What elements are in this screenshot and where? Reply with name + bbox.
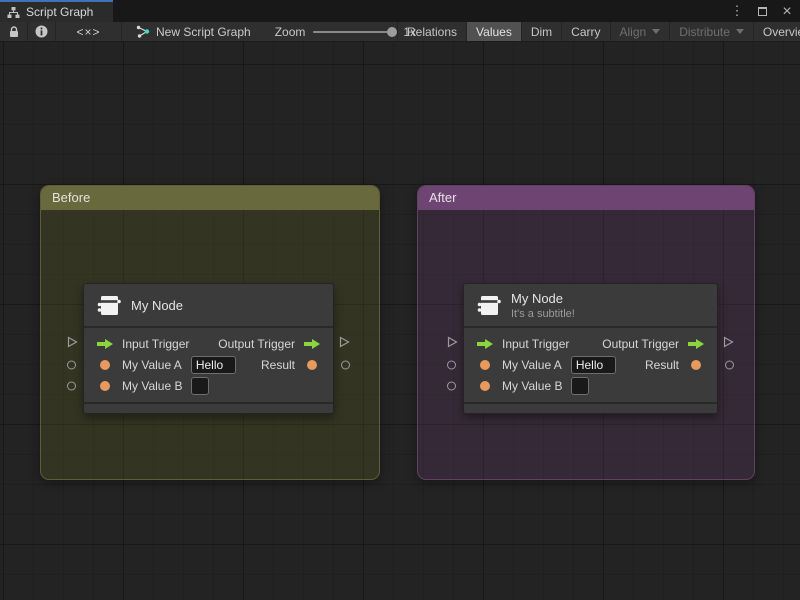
value-port-outer-right[interactable] bbox=[341, 360, 350, 369]
port-label: Output Trigger bbox=[218, 336, 295, 351]
node-title: My Node bbox=[131, 297, 184, 313]
value-b-input[interactable] bbox=[571, 376, 590, 395]
flow-output-icon[interactable] bbox=[303, 338, 321, 350]
graph-name-button[interactable]: New Script Graph bbox=[122, 22, 265, 41]
window-menu-icon[interactable]: ⋮ bbox=[728, 2, 746, 20]
unit-icon bbox=[97, 296, 121, 315]
close-icon[interactable]: × bbox=[778, 2, 796, 20]
node-subtitle: It's a subtitle! bbox=[511, 307, 575, 320]
info-icon bbox=[35, 25, 48, 38]
lock-button[interactable] bbox=[0, 22, 28, 41]
port-label: My Value B bbox=[502, 378, 563, 393]
value-input-icon[interactable] bbox=[96, 359, 114, 370]
value-output-icon[interactable] bbox=[687, 359, 705, 370]
node-footer bbox=[464, 402, 717, 413]
node-body: Input Trigger Output Trigger My Value A … bbox=[67, 328, 350, 402]
flow-port-outer-right[interactable] bbox=[339, 335, 350, 353]
unit-icon bbox=[477, 296, 501, 315]
zoom-slider[interactable] bbox=[313, 26, 398, 37]
port-label: My Value B bbox=[122, 378, 183, 393]
flow-port-outer-left[interactable] bbox=[67, 335, 78, 353]
group-before[interactable]: Before My Node Input Trigger Output Trig… bbox=[40, 185, 380, 480]
group-before-header[interactable]: Before bbox=[41, 186, 379, 210]
group-after[interactable]: After My Node It's a subtitle! Input Tri… bbox=[417, 185, 755, 480]
value-a-input[interactable] bbox=[570, 355, 616, 374]
graph-hierarchy-icon bbox=[7, 6, 20, 18]
port-label: Result bbox=[644, 357, 679, 372]
maximize-icon[interactable] bbox=[753, 2, 771, 20]
flow-input-icon[interactable] bbox=[476, 338, 494, 350]
script-graph-window: Script Graph ⋮ × <×> New Script Graph Zo… bbox=[0, 0, 800, 600]
value-port-outer-left[interactable] bbox=[67, 381, 76, 390]
chevron-down-icon bbox=[652, 29, 661, 34]
port-label: My Value A bbox=[502, 357, 562, 372]
value-port-outer-left[interactable] bbox=[67, 360, 76, 369]
value-output-icon[interactable] bbox=[303, 359, 321, 370]
script-graph-asset-icon bbox=[136, 25, 150, 38]
node-my-node-after[interactable]: My Node It's a subtitle! Input Trigger O… bbox=[447, 283, 734, 414]
node-row-my-value-b: My Value B bbox=[447, 375, 717, 396]
zoom-label: Zoom bbox=[274, 24, 306, 39]
distribute-label: Distribute bbox=[679, 24, 730, 39]
code-preview-button[interactable]: <×> bbox=[56, 22, 122, 41]
value-input-icon[interactable] bbox=[476, 359, 494, 370]
lock-icon bbox=[9, 25, 18, 37]
dim-button[interactable]: Dim bbox=[520, 22, 561, 41]
value-input-icon[interactable] bbox=[476, 380, 494, 391]
zoom-slider-knob[interactable] bbox=[387, 26, 398, 37]
port-label: Result bbox=[260, 357, 295, 372]
node-body: Input Trigger Output Trigger My Value A … bbox=[447, 328, 734, 402]
port-label: Input Trigger bbox=[502, 336, 570, 351]
toolbar-right-group: Relations Values Dim Carry Align Distrib… bbox=[397, 22, 800, 41]
carry-button[interactable]: Carry bbox=[561, 22, 609, 41]
node-row-input-trigger: Input Trigger Output Trigger bbox=[447, 333, 734, 354]
relations-button[interactable]: Relations bbox=[397, 22, 466, 41]
node-title: My Node bbox=[511, 290, 564, 306]
node-header[interactable]: My Node bbox=[84, 284, 333, 328]
align-label: Align bbox=[619, 24, 647, 39]
graph-name-label: New Script Graph bbox=[156, 24, 251, 39]
distribute-dropdown[interactable]: Distribute bbox=[669, 22, 753, 41]
graph-canvas[interactable]: Before My Node Input Trigger Output Trig… bbox=[0, 42, 800, 600]
port-label: Input Trigger bbox=[122, 336, 190, 351]
flow-output-icon[interactable] bbox=[687, 338, 705, 350]
graph-toolbar: <×> New Script Graph Zoom 1x Relations V… bbox=[0, 22, 800, 42]
value-port-outer-left[interactable] bbox=[447, 381, 456, 390]
flow-port-outer-right[interactable] bbox=[723, 335, 734, 353]
align-dropdown[interactable]: Align bbox=[609, 22, 670, 41]
value-b-input[interactable] bbox=[191, 376, 210, 395]
tab-title: Script Graph bbox=[26, 5, 94, 19]
tab-script-graph[interactable]: Script Graph bbox=[0, 0, 113, 22]
value-port-outer-left[interactable] bbox=[447, 360, 456, 369]
node-row-my-value-a: My Value A Result bbox=[447, 354, 734, 375]
chevron-down-icon bbox=[735, 29, 744, 34]
window-controls: ⋮ × bbox=[728, 0, 796, 22]
values-button[interactable]: Values bbox=[466, 22, 521, 41]
node-row-my-value-a: My Value A Result bbox=[67, 354, 350, 375]
node-row-my-value-b: My Value B bbox=[67, 375, 333, 396]
node-header[interactable]: My Node It's a subtitle! bbox=[464, 284, 717, 328]
flow-input-icon[interactable] bbox=[96, 338, 114, 350]
value-input-icon[interactable] bbox=[96, 380, 114, 391]
overview-button[interactable]: Overview bbox=[752, 22, 800, 41]
tab-bar: Script Graph ⋮ × bbox=[0, 0, 800, 22]
value-a-input[interactable] bbox=[190, 355, 236, 374]
node-footer bbox=[84, 402, 333, 413]
node-row-input-trigger: Input Trigger Output Trigger bbox=[67, 333, 350, 354]
flow-port-outer-left[interactable] bbox=[447, 335, 458, 353]
port-label: My Value A bbox=[122, 357, 182, 372]
group-after-header[interactable]: After bbox=[418, 186, 754, 210]
port-label: Output Trigger bbox=[602, 336, 679, 351]
info-button[interactable] bbox=[28, 22, 56, 41]
value-port-outer-right[interactable] bbox=[725, 360, 734, 369]
node-my-node-before[interactable]: My Node Input Trigger Output Trigger My … bbox=[67, 283, 350, 414]
